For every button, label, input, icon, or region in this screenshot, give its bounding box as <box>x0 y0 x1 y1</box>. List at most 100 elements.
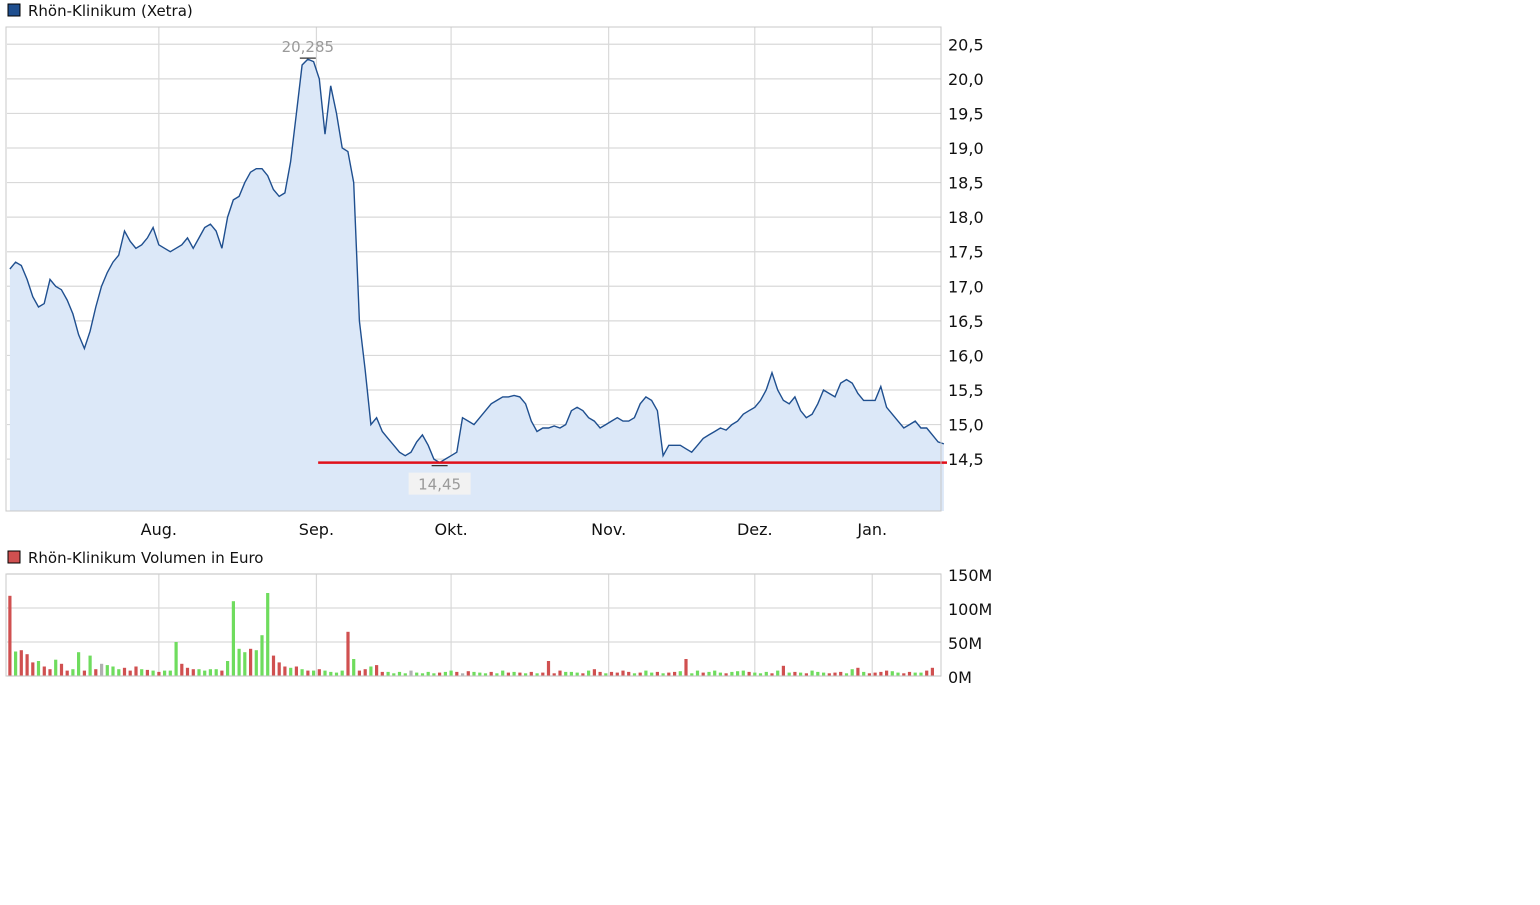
volume-bar <box>266 593 270 676</box>
volume-bar <box>42 666 46 676</box>
volume-bar <box>59 663 64 676</box>
volume-bar <box>334 672 339 676</box>
volume-bar <box>294 666 298 676</box>
volume-bar <box>587 670 591 676</box>
volume-bar <box>890 671 894 676</box>
volume-bar <box>380 671 384 676</box>
volume-bar <box>598 671 602 676</box>
volume-plot-frame <box>5 573 942 677</box>
volume-bar <box>77 652 81 676</box>
volume-bar <box>673 671 677 676</box>
price-y-tick-label: 20,5 <box>948 35 984 54</box>
volume-bar <box>678 671 682 676</box>
volume-bar <box>185 667 190 676</box>
volume-bar <box>873 672 877 676</box>
volume-bar <box>369 666 373 676</box>
volume-bar <box>197 669 201 676</box>
volume-bar <box>386 671 390 676</box>
price-x-tick-label: Nov. <box>591 520 626 539</box>
volume-bar <box>518 672 522 676</box>
volume-bar <box>501 670 505 676</box>
price-y-tick-label: 18,5 <box>948 174 984 193</box>
volume-bar <box>718 672 722 676</box>
volume-bar <box>306 670 310 676</box>
volume-bar <box>397 671 402 676</box>
price-y-tick-label: 17,5 <box>948 243 984 262</box>
stock-chart-canvas: Rhön-Klinikum (Xetra) 20,285 14,45 20,52… <box>5 2 992 687</box>
volume-bar <box>31 662 35 676</box>
volume-bar <box>208 669 212 676</box>
volume-bar <box>174 642 178 676</box>
volume-bar <box>695 670 700 676</box>
volume-bar <box>713 670 717 676</box>
volume-bar <box>231 601 235 676</box>
volume-bar <box>558 670 562 676</box>
price-x-tick-label: Okt. <box>434 520 467 539</box>
volume-bar <box>409 670 413 676</box>
volume-bar <box>615 672 619 676</box>
volume-bar <box>776 670 780 676</box>
volume-bar <box>449 670 453 676</box>
volume-bar <box>352 659 356 676</box>
volume-bar <box>145 669 149 676</box>
volume-bar <box>609 671 614 676</box>
price-y-tick-label: 19,0 <box>948 139 984 158</box>
volume-bar <box>203 670 207 676</box>
volume-bar <box>930 667 934 676</box>
min-value-label: 14,45 <box>418 476 461 494</box>
volume-bar <box>237 648 241 676</box>
price-x-tick-label: Sep. <box>299 520 334 539</box>
volume-bar <box>850 669 854 676</box>
volume-bar <box>925 670 929 676</box>
volume-bar <box>134 666 138 676</box>
price-y-tick-label: 19,5 <box>948 104 984 123</box>
max-value-label: 20,285 <box>282 38 335 56</box>
volume-bars <box>8 593 934 676</box>
volume-bar <box>489 671 493 676</box>
volume-bar <box>168 670 172 676</box>
volume-bar <box>753 672 757 676</box>
volume-bar <box>879 671 883 676</box>
volume-bar <box>317 669 321 676</box>
volume-bar <box>822 672 826 676</box>
price-chart-title: Rhön-Klinikum (Xetra) <box>28 2 193 20</box>
volume-bar <box>638 672 642 676</box>
volume-y-tick-label: 150M <box>948 566 992 585</box>
price-y-tick-label: 14,5 <box>948 450 984 469</box>
volume-bar <box>254 650 258 676</box>
volume-bar <box>816 671 820 676</box>
volume-bar <box>455 671 459 676</box>
volume-bar <box>701 672 705 676</box>
volume-bar <box>48 669 52 676</box>
volume-bar <box>592 669 596 676</box>
volume-bar <box>799 672 803 676</box>
volume-bar <box>644 670 648 676</box>
volume-bar <box>621 670 625 676</box>
volume-bar <box>323 670 327 676</box>
volume-bar <box>19 650 23 676</box>
volume-bar <box>105 665 109 676</box>
volume-bar <box>65 670 69 676</box>
volume-grid <box>7 573 941 677</box>
price-y-tick-label: 15,0 <box>948 416 984 435</box>
volume-bar <box>151 670 155 676</box>
volume-bar <box>736 671 740 676</box>
volume-legend-swatch <box>7 550 21 564</box>
volume-bar <box>8 595 12 676</box>
volume-bar <box>340 670 344 676</box>
volume-bar <box>157 671 161 676</box>
price-x-tick-label: Jan. <box>856 520 887 539</box>
volume-bar <box>707 671 711 676</box>
price-legend-swatch <box>7 3 21 17</box>
volume-y-tick-label: 0M <box>948 668 972 687</box>
volume-bar <box>541 672 545 676</box>
volume-bar <box>220 670 224 676</box>
volume-bar <box>25 654 29 676</box>
volume-bar <box>140 669 144 676</box>
price-x-tick-label: Dez. <box>737 520 773 539</box>
volume-bar <box>415 672 419 676</box>
volume-bar <box>569 671 573 676</box>
volume-bar <box>913 672 917 676</box>
price-y-tick-label: 17,0 <box>948 277 984 296</box>
volume-bar <box>787 672 791 676</box>
